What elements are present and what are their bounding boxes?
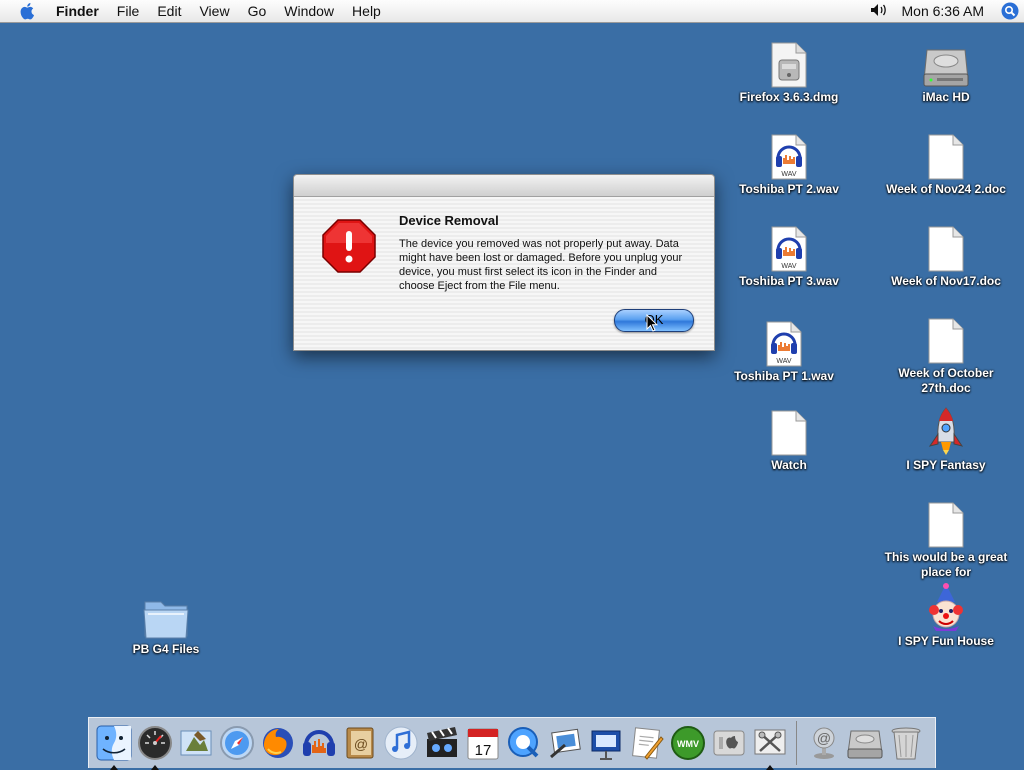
- wav-file-icon: WAV: [759, 120, 819, 180]
- svg-text:@: @: [353, 736, 367, 752]
- apple-menu-icon[interactable]: [0, 0, 56, 22]
- document-icon: [916, 212, 976, 272]
- wmv-player-icon[interactable]: WMV: [667, 722, 708, 764]
- desktop-item-ispy-fun-house[interactable]: I SPY Fun House: [871, 572, 1021, 649]
- preview-icon[interactable]: [544, 722, 585, 764]
- dialog-titlebar[interactable]: [294, 175, 714, 197]
- ical-icon[interactable]: 17: [462, 722, 503, 764]
- volume-icon[interactable]: [870, 3, 888, 20]
- address-book-icon[interactable]: @: [339, 722, 380, 764]
- menu-window[interactable]: Window: [275, 0, 343, 22]
- desktop-item-label: Toshiba PT 3.wav: [714, 274, 864, 289]
- desktop-item-toshiba-pt2[interactable]: WAV Toshiba PT 2.wav: [714, 120, 864, 197]
- trash-icon[interactable]: [885, 722, 926, 764]
- menu-extras: Mon 6:36 AM: [870, 0, 1024, 22]
- mouse-cursor-icon: [646, 314, 658, 337]
- desktop-item-toshiba-pt1[interactable]: WAV Toshiba PT 1.wav: [709, 307, 859, 384]
- folder-icon: [136, 580, 196, 640]
- dialog-title: Device Removal: [399, 213, 499, 228]
- menu-edit[interactable]: Edit: [148, 0, 190, 22]
- desktop-item-label: PB G4 Files: [91, 642, 241, 657]
- imovie-icon[interactable]: [421, 722, 462, 764]
- dock-separator: [796, 721, 797, 765]
- desktop-item-label: Week of October 27th.doc: [886, 366, 1006, 396]
- menu-view[interactable]: View: [190, 0, 238, 22]
- dashboard-icon[interactable]: [134, 722, 175, 764]
- document-icon: [759, 396, 819, 456]
- dialog-message: The device you removed was not properly …: [399, 237, 684, 293]
- disk-image-icon: [759, 28, 819, 88]
- document-icon: [916, 488, 976, 548]
- desktop-item-ispy-fantasy[interactable]: I SPY Fantasy: [871, 396, 1021, 473]
- keynote-icon[interactable]: [585, 722, 626, 764]
- desktop-item-label: Week of Nov17.doc: [871, 274, 1021, 289]
- itunes-icon[interactable]: [380, 722, 421, 764]
- desktop-item-label: Toshiba PT 1.wav: [709, 369, 859, 384]
- desktop-item-label: Firefox 3.6.3.dmg: [714, 90, 864, 105]
- text-edit-icon[interactable]: [626, 722, 667, 764]
- desktop-item-toshiba-pt3[interactable]: WAV Toshiba PT 3.wav: [714, 212, 864, 289]
- hard-drive-icon[interactable]: [844, 722, 885, 764]
- ical-day-number: 17: [474, 742, 491, 759]
- system-preferences-icon[interactable]: [708, 722, 749, 764]
- menu-go[interactable]: Go: [239, 0, 276, 22]
- hard-drive-icon: [916, 28, 976, 88]
- grab-icon[interactable]: [749, 722, 790, 764]
- safari-icon[interactable]: [216, 722, 257, 764]
- desktop-item-label: I SPY Fantasy: [871, 458, 1021, 473]
- audacity-icon[interactable]: [298, 722, 339, 764]
- svg-text:WAV: WAV: [776, 358, 791, 365]
- internet-connect-icon[interactable]: @: [803, 722, 844, 764]
- wav-file-icon: WAV: [759, 212, 819, 272]
- document-icon: [916, 120, 976, 180]
- menu-app-finder[interactable]: Finder: [56, 0, 108, 22]
- menu-help[interactable]: Help: [343, 0, 390, 22]
- desktop-item-great-place[interactable]: This would be a great place for: [871, 488, 1021, 580]
- menu-clock[interactable]: Mon 6:36 AM: [888, 3, 997, 19]
- desktop-item-imac-hd[interactable]: iMac HD: [871, 28, 1021, 105]
- rocket-icon: [916, 396, 976, 456]
- firefox-icon[interactable]: [257, 722, 298, 764]
- menu-bar: Finder File Edit View Go Window Help Mon…: [0, 0, 1024, 23]
- svg-text:@: @: [816, 730, 830, 746]
- wav-file-icon: WAV: [754, 307, 814, 367]
- spotlight-icon[interactable]: [996, 0, 1024, 22]
- svg-text:WAV: WAV: [781, 263, 796, 270]
- desktop-item-label: Toshiba PT 2.wav: [714, 182, 864, 197]
- desktop-item-week-oct27[interactable]: Week of October 27th.doc: [871, 304, 1021, 396]
- wmv-label: WMV: [677, 739, 699, 749]
- menu-file[interactable]: File: [108, 0, 149, 22]
- finder-icon[interactable]: [93, 722, 134, 764]
- desktop-item-week-nov17[interactable]: Week of Nov17.doc: [871, 212, 1021, 289]
- dock: @ 17 WMV @: [88, 717, 936, 768]
- desktop-item-watch[interactable]: Watch: [714, 396, 864, 473]
- desktop-item-week-nov24[interactable]: Week of Nov24 2.doc: [871, 120, 1021, 197]
- desktop-item-label: Watch: [714, 458, 864, 473]
- quicktime-icon[interactable]: [503, 722, 544, 764]
- desktop-item-pb-g4-files[interactable]: PB G4 Files: [91, 580, 241, 657]
- document-icon: [916, 304, 976, 364]
- desktop-item-firefox-dmg[interactable]: Firefox 3.6.3.dmg: [714, 28, 864, 105]
- stop-alert-icon: [322, 219, 376, 278]
- desktop-item-label: Week of Nov24 2.doc: [871, 182, 1021, 197]
- desktop-item-label: I SPY Fun House: [871, 634, 1021, 649]
- clown-icon: [916, 572, 976, 632]
- svg-text:WAV: WAV: [781, 171, 796, 178]
- mail-icon[interactable]: [175, 722, 216, 764]
- desktop-item-label: iMac HD: [871, 90, 1021, 105]
